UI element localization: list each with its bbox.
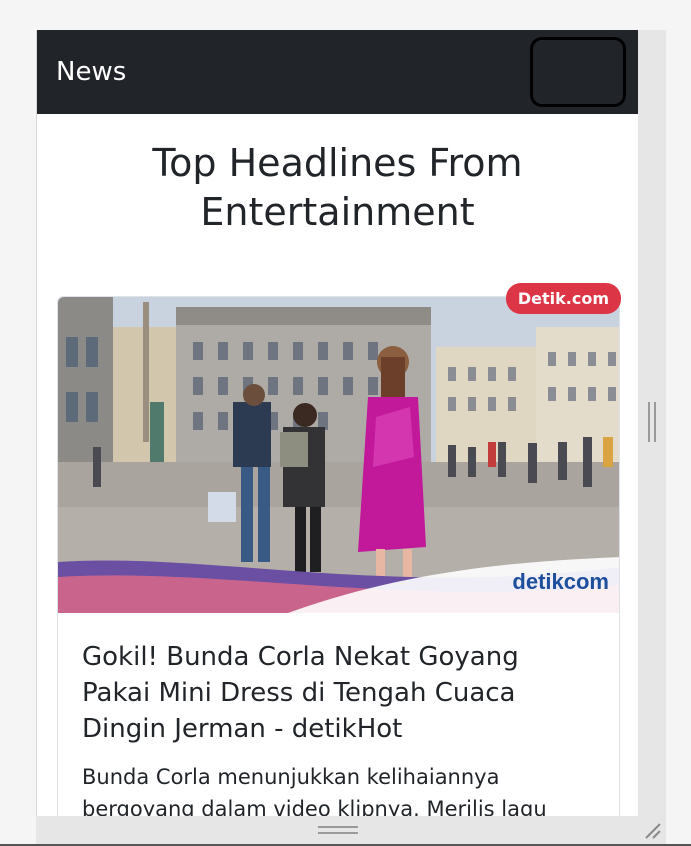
article-image[interactable]: detikcom — [58, 297, 619, 613]
card-body: Gokil! Bunda Corla Nekat Goyang Pakai Mi… — [58, 613, 619, 816]
navbar: News — [37, 30, 638, 114]
article-photo — [58, 297, 619, 613]
page-title: Top Headlines From Entertainment — [152, 141, 523, 234]
navbar-brand[interactable]: News — [56, 57, 126, 87]
vertical-scroll-grip-icon[interactable] — [648, 402, 656, 442]
horizontal-scroll-grip-icon[interactable] — [318, 826, 358, 834]
navbar-toggler-button[interactable] — [530, 37, 626, 107]
browser-viewport: News Top Headlines From Entertainment De… — [36, 30, 638, 816]
article-description: Bunda Corla menunjukkan kelihaiannya ber… — [82, 765, 547, 816]
article-title[interactable]: Gokil! Bunda Corla Nekat Goyang Pakai Mi… — [82, 639, 595, 747]
detikcom-watermark: detikcom — [512, 569, 609, 594]
horizontal-scrollbar[interactable] — [36, 816, 666, 844]
source-badge: Detik.com — [505, 283, 621, 314]
resize-handle-icon[interactable] — [642, 820, 662, 840]
vertical-scrollbar[interactable] — [638, 30, 666, 816]
article-card[interactable]: Detik.com detikcom Gokil! Bunda Corla Ne… — [57, 283, 621, 816]
